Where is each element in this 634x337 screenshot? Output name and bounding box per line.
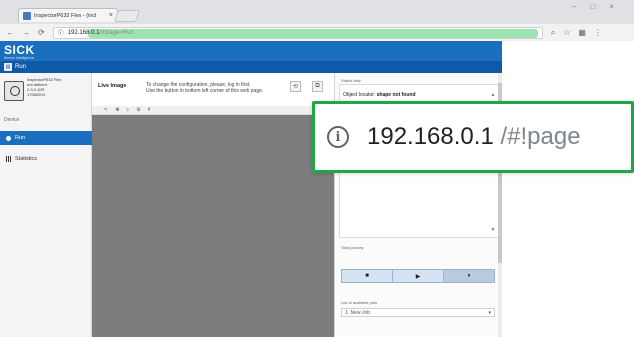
object-locator-value: shape not found: [376, 92, 416, 98]
playback-controls: ■ ▶ ⏸: [341, 269, 495, 283]
job-select[interactable]: 1. New Job ▾: [341, 308, 495, 317]
mode-bar: ▤ Run: [0, 61, 502, 73]
maximize-icon[interactable]: □: [590, 2, 595, 11]
back-icon[interactable]: ←: [6, 28, 14, 37]
info-icon[interactable]: ⓘ: [58, 28, 64, 37]
camera-icon: [4, 81, 24, 101]
config-note-line2: Use the button in bottom left corner of …: [146, 88, 264, 94]
favicon-icon: [23, 11, 31, 20]
address-bar[interactable]: ⓘ 192.168.0.1/#!page=Run: [52, 26, 543, 39]
extensions-icon[interactable]: ▦: [578, 28, 586, 38]
zoom-icon[interactable]: ⌕: [551, 28, 555, 38]
image-toolbar: ↖ ✥ ⌕ ⚙ #: [92, 106, 334, 115]
settings-icon[interactable]: ⚙: [136, 107, 140, 113]
object-locator-status: Object locator: shape not found: [343, 92, 416, 98]
scroll-down-icon[interactable]: ▼: [490, 227, 496, 233]
sidebar-item-label: Statistics: [15, 156, 38, 162]
info-icon: i: [327, 126, 349, 148]
live-image-title: Live Image: [98, 83, 127, 89]
live-image-view[interactable]: [92, 115, 334, 337]
sidebar-item-statistics[interactable]: Statistics: [0, 152, 92, 166]
copy-button[interactable]: ⧉: [312, 81, 323, 92]
app-header: SICK Sensor Intelligence.: [0, 41, 502, 61]
minimize-icon[interactable]: –: [572, 2, 576, 11]
url-highlight: [87, 28, 538, 38]
zoom-icon[interactable]: ⌕: [126, 107, 129, 113]
pause-button[interactable]: ⏸: [444, 270, 494, 282]
job-select-value: 1. New Job: [345, 309, 371, 316]
logo-tagline: Sensor Intelligence.: [4, 56, 35, 60]
tab-close-icon[interactable]: ×: [109, 12, 113, 19]
device-serial: 17060204: [27, 92, 45, 97]
menu-icon[interactable]: ⋮: [594, 28, 602, 38]
window-controls: – □ ×: [572, 2, 614, 11]
run-mode-button[interactable]: ▤: [4, 63, 12, 71]
sidebar: InspectorP632 Flex not defined 2.3.0.10R…: [0, 73, 92, 337]
refresh-button[interactable]: ⟲: [290, 81, 301, 92]
sidebar-item-label: Run: [15, 135, 26, 141]
config-note: To change the configuration, please, log…: [146, 82, 296, 94]
forward-icon[interactable]: →: [22, 28, 30, 37]
play-button[interactable]: ▶: [393, 270, 444, 282]
zoomed-url: 192.168.0.1 /#!page: [367, 123, 581, 151]
toolbar-actions: ⌕ ☆ ▦ ⋮: [551, 28, 602, 38]
total-journey-label: Total journey: [341, 245, 364, 250]
move-icon[interactable]: ✥: [115, 107, 119, 113]
close-window-icon[interactable]: ×: [609, 2, 614, 11]
new-tab-button[interactable]: [113, 10, 141, 22]
url-zoom-callout: i 192.168.0.1 /#!page: [312, 101, 634, 173]
reload-icon[interactable]: ⟳: [38, 28, 45, 37]
jobs-label: List of available jobs: [341, 300, 378, 305]
bookmark-star-icon[interactable]: ☆: [563, 28, 570, 38]
stop-button[interactable]: ■: [342, 270, 393, 282]
zoomed-url-path: /#!page: [500, 123, 581, 150]
sick-logo: SICK: [4, 43, 35, 57]
device-card: InspectorP632 Flex not defined 2.3.0.10R…: [4, 77, 90, 113]
sidebar-section-label: Device: [4, 117, 20, 123]
run-dot-icon: [6, 135, 11, 141]
tab-title: InspectorP632 Flex - (incl: [34, 12, 97, 19]
browser-tab[interactable]: InspectorP632 Flex - (incl ×: [18, 8, 118, 22]
statistics-icon: [6, 156, 11, 162]
status-flow-label: Status flow: [341, 78, 361, 83]
scroll-up-icon[interactable]: ▲: [490, 92, 496, 98]
url-text: 192.168.0.1/#!page=Run: [67, 29, 134, 36]
mode-label: Run: [15, 64, 27, 70]
grid-icon[interactable]: #: [148, 107, 151, 113]
sidebar-item-run[interactable]: Run: [0, 131, 92, 145]
object-locator-label: Object locator:: [343, 92, 376, 98]
device-info: InspectorP632 Flex not defined 2.3.0.10R…: [27, 77, 61, 113]
chevron-down-icon: ▾: [488, 309, 491, 316]
live-image-header: Live Image To change the configuration, …: [92, 73, 334, 106]
cursor-icon[interactable]: ↖: [104, 107, 108, 113]
zoomed-url-host: 192.168.0.1: [367, 123, 494, 150]
browser-toolbar: ← → ⟳ ⓘ 192.168.0.1/#!page=Run ⌕ ☆ ▦ ⋮: [0, 24, 634, 41]
